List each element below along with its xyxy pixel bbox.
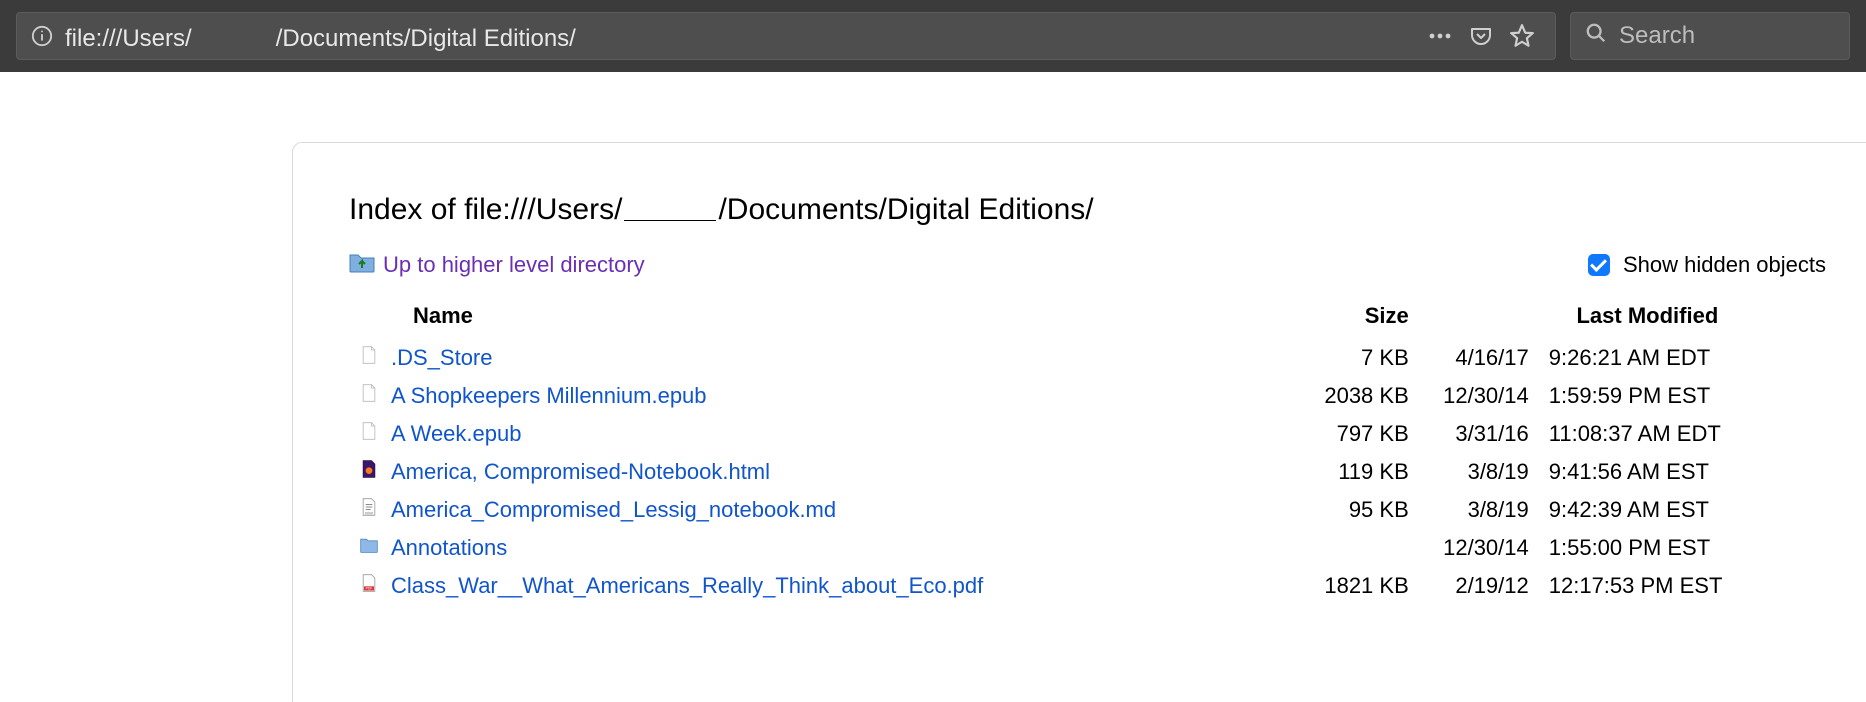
file-time: 1:55:00 PM EST — [1539, 529, 1846, 567]
file-size: 95 KB — [1249, 491, 1419, 529]
file-date: 2/19/12 — [1419, 567, 1539, 605]
table-row: A Shopkeepers Millennium.epub 2038 KB12/3… — [349, 377, 1846, 415]
file-link[interactable]: A Week.epub — [391, 421, 521, 447]
file-size: 2038 KB — [1249, 377, 1419, 415]
directory-listing: Name Size Last Modified .DS_Store 7 KB4/1… — [349, 297, 1846, 605]
redacted-user — [194, 20, 274, 48]
file-link[interactable]: Class_War__What_Americans_Really_Think_a… — [391, 573, 983, 599]
file-name-cell: Annotations — [349, 529, 1249, 567]
browser-toolbar: file:///Users/ /Documents/Digital Edition… — [0, 0, 1866, 72]
file-date: 3/8/19 — [1419, 453, 1539, 491]
svg-text:PDF: PDF — [366, 587, 373, 591]
bookmark-star-icon[interactable] — [1509, 23, 1535, 49]
file-time: 9:42:39 AM EST — [1539, 491, 1846, 529]
search-bar[interactable]: Search — [1570, 12, 1850, 60]
up-link-label: Up to higher level directory — [383, 252, 645, 278]
table-row: .DS_Store 7 KB4/16/179:26:21 AM EDT — [349, 339, 1846, 377]
file-name-cell: A Week.epub — [349, 415, 1249, 453]
file-time: 11:08:37 AM EDT — [1539, 415, 1846, 453]
table-row: A Week.epub 797 KB3/31/1611:08:37 AM EDT — [349, 415, 1846, 453]
column-header-modified[interactable]: Last Modified — [1419, 297, 1846, 339]
file-link[interactable]: America, Compromised-Notebook.html — [391, 459, 770, 485]
file-time: 1:59:59 PM EST — [1539, 377, 1846, 415]
file-time: 9:26:21 AM EDT — [1539, 339, 1846, 377]
file-icon — [359, 419, 379, 449]
file-size: 797 KB — [1249, 415, 1419, 453]
url-bar[interactable]: file:///Users/ /Documents/Digital Edition… — [16, 12, 1556, 60]
file-date: 12/30/14 — [1419, 377, 1539, 415]
file-date: 3/31/16 — [1419, 415, 1539, 453]
file-name-cell: America, Compromised-Notebook.html — [349, 453, 1249, 491]
file-size — [1249, 529, 1419, 567]
url-text: file:///Users/ /Documents/Digital Edition… — [65, 20, 1415, 53]
file-link[interactable]: .DS_Store — [391, 345, 493, 371]
html-icon — [359, 457, 379, 487]
column-header-name[interactable]: Name — [349, 297, 1249, 339]
file-name-cell: .DS_Store — [349, 339, 1249, 377]
file-date: 3/8/19 — [1419, 491, 1539, 529]
show-hidden-label: Show hidden objects — [1623, 252, 1826, 278]
file-name-cell: America_Compromised_Lessig_notebook.md — [349, 491, 1249, 529]
page-title: Index of file:///Users/ /Documents/Digita… — [349, 193, 1846, 227]
search-icon — [1585, 22, 1607, 51]
column-header-size[interactable]: Size — [1249, 297, 1419, 339]
text-icon — [359, 495, 379, 525]
up-folder-icon — [349, 251, 375, 279]
url-prefix: file:///Users/ — [65, 25, 192, 52]
file-date: 4/16/17 — [1419, 339, 1539, 377]
file-date: 12/30/14 — [1419, 529, 1539, 567]
file-time: 12:17:53 PM EST — [1539, 567, 1846, 605]
file-link[interactable]: America_Compromised_Lessig_notebook.md — [391, 497, 836, 523]
table-row: Annotations 12/30/141:55:00 PM EST — [349, 529, 1846, 567]
file-size: 119 KB — [1249, 453, 1419, 491]
pdf-icon: PDF — [359, 571, 379, 601]
page-content: Index of file:///Users/ /Documents/Digita… — [0, 72, 1866, 702]
title-suffix: /Documents/Digital Editions/ — [718, 193, 1093, 226]
file-name-cell: A Shopkeepers Millennium.epub — [349, 377, 1249, 415]
table-row: America, Compromised-Notebook.html 119 KB… — [349, 453, 1846, 491]
url-bar-actions — [1427, 23, 1541, 49]
up-directory-link[interactable]: Up to higher level directory — [349, 251, 645, 279]
more-icon[interactable] — [1427, 25, 1453, 47]
folder-icon — [359, 533, 379, 563]
show-hidden-checkbox[interactable] — [1588, 254, 1610, 276]
show-hidden-toggle[interactable]: Show hidden objects — [1584, 251, 1846, 279]
search-placeholder: Search — [1619, 22, 1695, 50]
table-row: America_Compromised_Lessig_notebook.md 95… — [349, 491, 1846, 529]
file-icon — [359, 381, 379, 411]
file-name-cell: PDF Class_War__What_Americans_Really_Thin… — [349, 567, 1249, 605]
url-suffix: /Documents/Digital Editions/ — [276, 25, 576, 52]
file-size: 7 KB — [1249, 339, 1419, 377]
file-size: 1821 KB — [1249, 567, 1419, 605]
title-prefix: Index of file:///Users/ — [349, 193, 622, 226]
table-row: PDF Class_War__What_Americans_Really_Thin… — [349, 567, 1846, 605]
file-link[interactable]: Annotations — [391, 535, 507, 561]
info-icon — [31, 25, 53, 47]
file-time: 9:41:56 AM EST — [1539, 453, 1846, 491]
pocket-icon[interactable] — [1469, 24, 1493, 48]
redacted-user-title — [624, 193, 716, 221]
file-icon — [359, 343, 379, 373]
file-link[interactable]: A Shopkeepers Millennium.epub — [391, 383, 707, 409]
